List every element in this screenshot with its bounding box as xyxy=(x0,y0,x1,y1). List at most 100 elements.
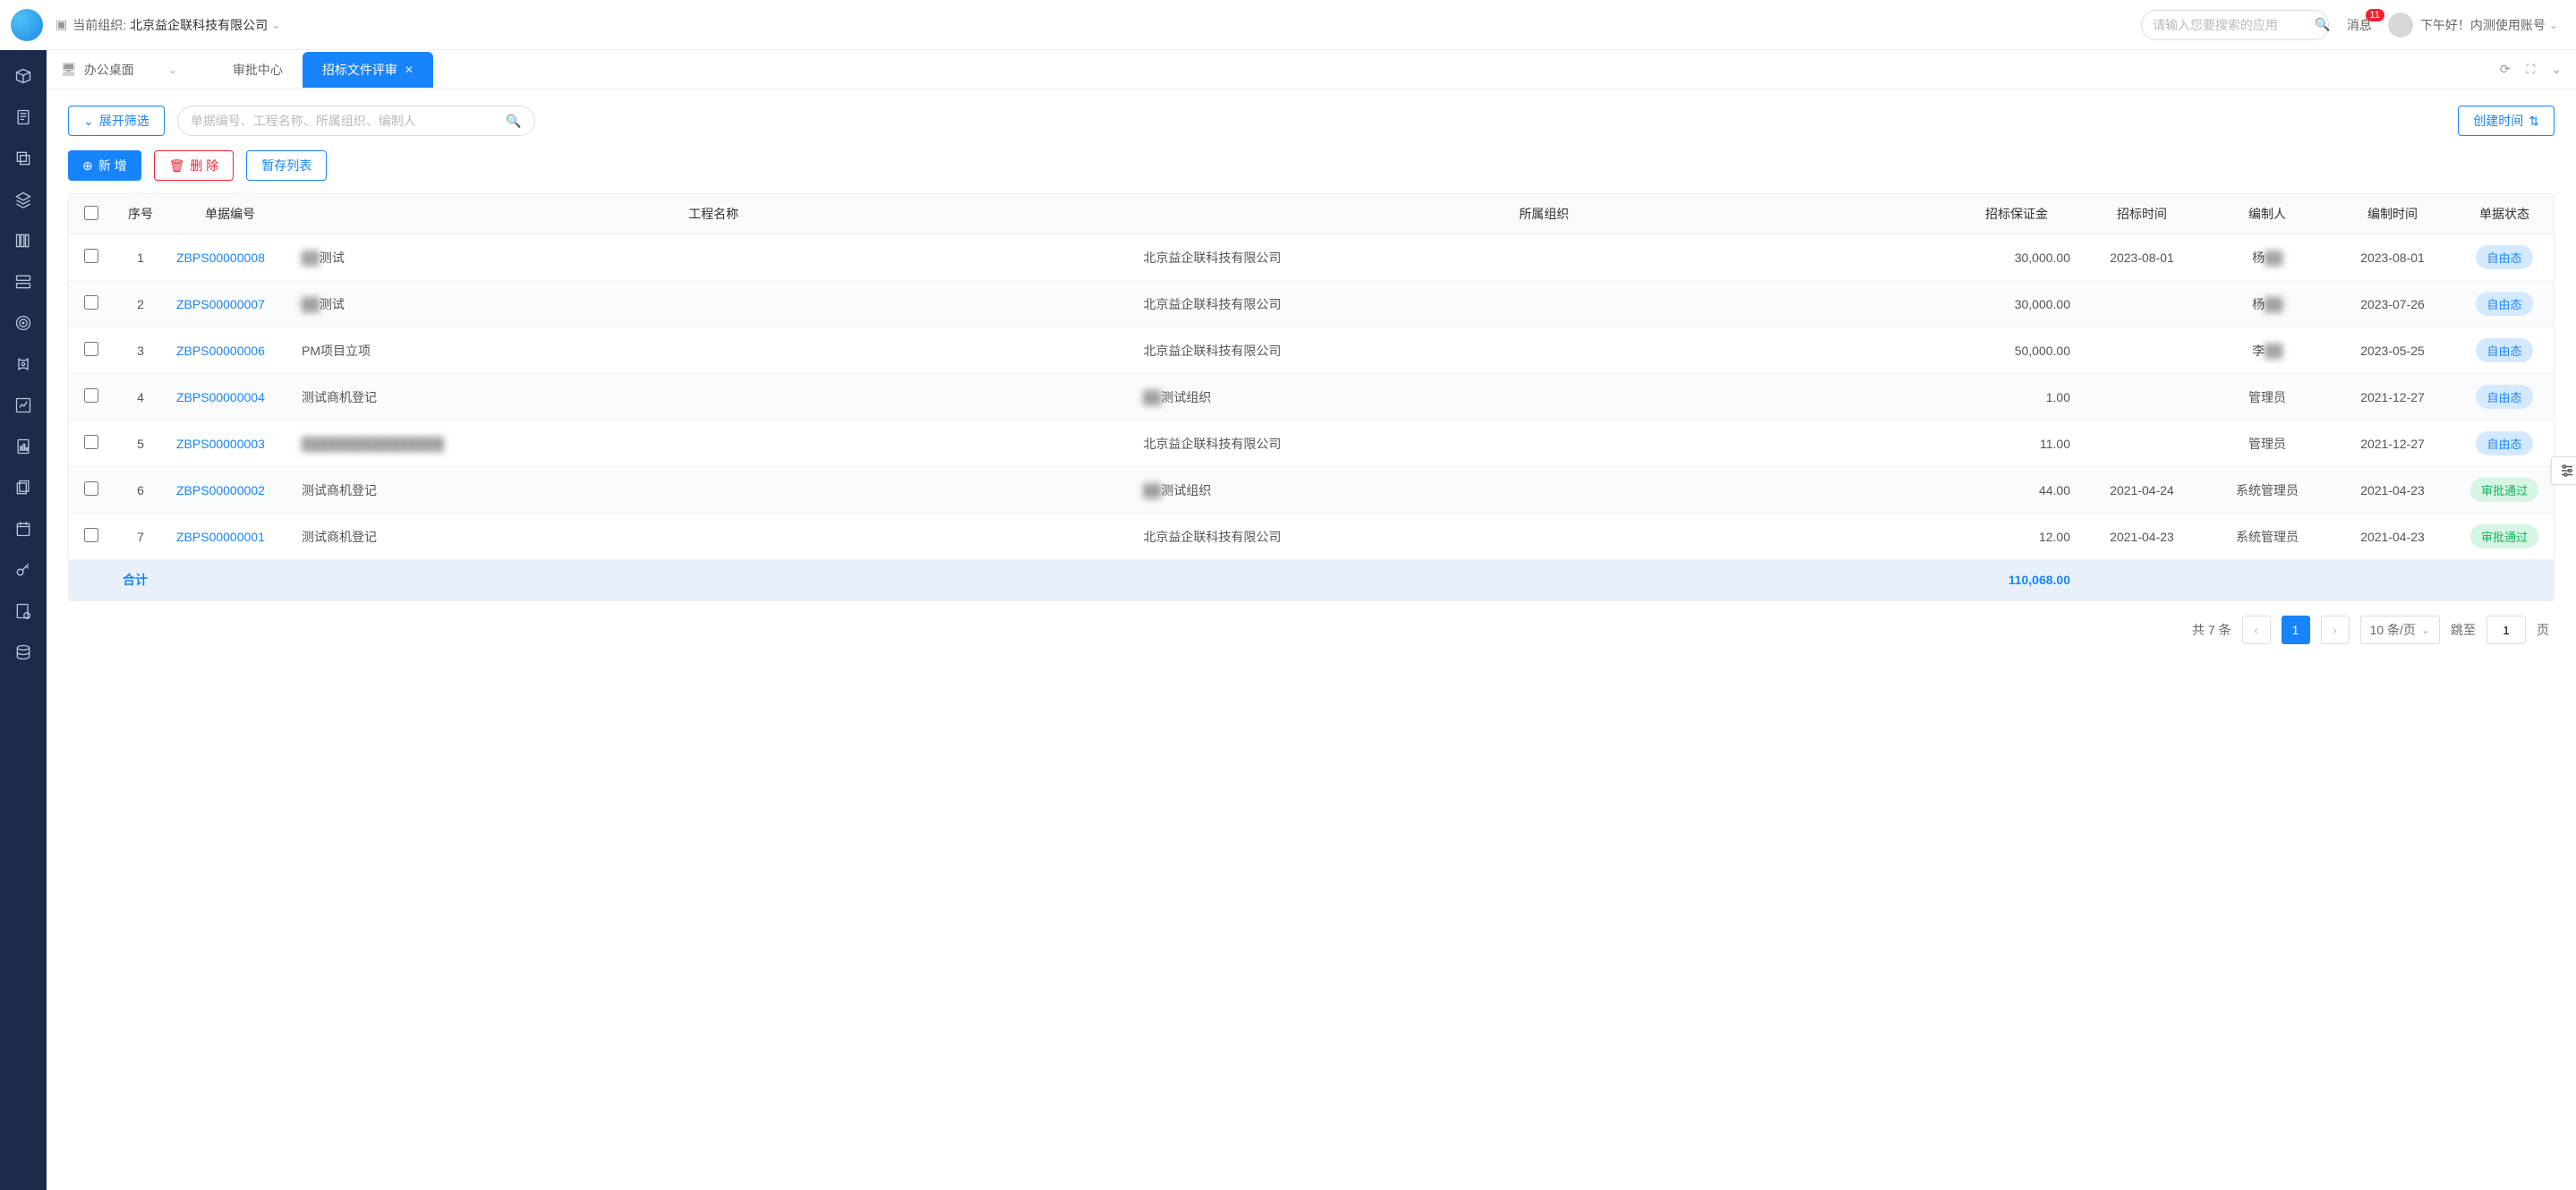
cell-bid-date xyxy=(2079,421,2205,467)
messages-badge: 11 xyxy=(2366,9,2384,21)
prev-page-button[interactable]: ‹ xyxy=(2242,616,2271,644)
table-row[interactable]: 4 ZBPS00000004 测试商机登记 ██测试组织 1.00 管理员 20… xyxy=(69,374,2554,421)
user-menu-chevron[interactable]: ⌄ xyxy=(2549,19,2558,31)
refresh-icon[interactable]: ⟳ xyxy=(2500,62,2511,77)
draft-list-label: 暂存列表 xyxy=(261,157,311,174)
table-row[interactable]: 3 ZBPS00000006 PM项目立项 北京益企联科技有限公司 50,000… xyxy=(69,327,2554,374)
fullscreen-icon[interactable]: ⛶ xyxy=(2526,62,2535,77)
sidebar-chart-icon[interactable] xyxy=(13,395,33,415)
sidebar-target-icon[interactable] xyxy=(13,313,33,333)
close-icon[interactable]: ✕ xyxy=(405,64,414,76)
cell-create-date: 2021-04-23 xyxy=(2330,514,2455,560)
cell-create-date: 2021-12-27 xyxy=(2330,421,2455,467)
cell-status: 审批通过 xyxy=(2455,467,2554,514)
search-icon[interactable]: 🔍 xyxy=(506,114,521,129)
cell-seq: 2 xyxy=(114,281,167,327)
sidebar-server-icon[interactable] xyxy=(13,272,33,292)
cell-create-date: 2023-08-01 xyxy=(2330,234,2455,281)
row-checkbox[interactable] xyxy=(84,342,98,356)
cell-bid-date xyxy=(2079,281,2205,327)
cell-author: 管理员 xyxy=(2205,421,2330,467)
global-search[interactable]: 🔍 xyxy=(2141,10,2329,40)
cell-id-link[interactable]: ZBPS00000006 xyxy=(176,344,265,358)
cell-seq: 1 xyxy=(114,234,167,281)
table-row[interactable]: 6 ZBPS00000002 测试商机登记 ██测试组织 44.00 2021-… xyxy=(69,467,2554,514)
cell-project: ████████████████ xyxy=(293,421,1134,467)
cell-id-link[interactable]: ZBPS00000002 xyxy=(176,483,265,497)
sidebar-money-icon[interactable] xyxy=(13,354,33,374)
table-row[interactable]: 1 ZBPS00000008 ██测试 北京益企联科技有限公司 30,000.0… xyxy=(69,234,2554,281)
sidebar-stack-icon[interactable] xyxy=(13,478,33,497)
cell-project: 测试商机登记 xyxy=(293,514,1134,560)
delete-label: 删 除 xyxy=(190,157,218,174)
cell-id-link[interactable]: ZBPS00000004 xyxy=(176,390,265,404)
select-all-checkbox[interactable] xyxy=(84,206,98,220)
cell-id-link[interactable]: ZBPS00000007 xyxy=(176,297,265,311)
page-size-select[interactable]: 10 条/页 ⌄ xyxy=(2360,616,2440,644)
next-page-button[interactable]: › xyxy=(2321,616,2350,644)
cell-id-link[interactable]: ZBPS00000008 xyxy=(176,251,265,265)
org-name[interactable]: 北京益企联科技有限公司 xyxy=(130,16,268,34)
cell-deposit: 50,000.00 xyxy=(1954,327,2079,374)
cell-author: 李██ xyxy=(2205,327,2330,374)
sidebar-copy-icon[interactable] xyxy=(13,149,33,168)
search-input[interactable] xyxy=(2153,18,2315,32)
logo xyxy=(11,9,43,41)
sort-button[interactable]: 创建时间 ⇅ xyxy=(2458,106,2555,136)
status-badge: 审批通过 xyxy=(2470,524,2538,548)
cell-deposit: 1.00 xyxy=(1954,374,2079,421)
page-1-button[interactable]: 1 xyxy=(2282,616,2310,644)
sidebar-box-icon[interactable] xyxy=(13,66,33,86)
cell-bid-date xyxy=(2079,327,2205,374)
expand-filter-button[interactable]: ⌄ 展开筛选 xyxy=(68,106,165,136)
row-checkbox[interactable] xyxy=(84,295,98,310)
row-checkbox[interactable] xyxy=(84,249,98,263)
cell-id-link[interactable]: ZBPS00000001 xyxy=(176,530,265,544)
filter-input-wrap[interactable]: 🔍 xyxy=(177,106,535,136)
cell-id-link[interactable]: ZBPS00000003 xyxy=(176,437,265,451)
cell-status: 自由态 xyxy=(2455,281,2554,327)
sidebar-layers-icon[interactable] xyxy=(13,190,33,209)
sidebar-calendar-icon[interactable] xyxy=(13,519,33,539)
jump-input[interactable] xyxy=(2486,616,2526,644)
cell-org: 北京益企联科技有限公司 xyxy=(1134,327,1954,374)
table-row[interactable]: 2 ZBPS00000007 ██测试 北京益企联科技有限公司 30,000.0… xyxy=(69,281,2554,327)
row-checkbox[interactable] xyxy=(84,435,98,449)
filter-input[interactable] xyxy=(191,114,507,128)
avatar[interactable] xyxy=(2388,13,2413,38)
search-icon[interactable]: 🔍 xyxy=(2315,17,2330,32)
chevron-down-icon: ⌄ xyxy=(83,114,94,129)
tabs-row: 🖥 办公桌面 ⌄ 审批中心 招标文件评审 ✕ ⟳ ⛶ ⌄ xyxy=(47,50,2576,89)
workspace-selector[interactable]: 🖥 办公桌面 ⌄ xyxy=(61,61,213,79)
sidebar-report-icon[interactable] xyxy=(13,437,33,456)
monitor-icon: 🖥 xyxy=(61,62,77,77)
sidebar-books-icon[interactable] xyxy=(13,231,33,251)
cell-org: 北京益企联科技有限公司 xyxy=(1134,234,1954,281)
col-bid-date: 招标时间 xyxy=(2079,194,2205,234)
sidebar-database-icon[interactable] xyxy=(13,642,33,662)
cell-create-date: 2021-04-23 xyxy=(2330,467,2455,514)
cell-project: 测试商机登记 xyxy=(293,467,1134,514)
status-badge: 自由态 xyxy=(2476,431,2532,455)
table-header-row: 序号 单据编号 工程名称 所属组织 招标保证金 招标时间 编制人 编制时间 单据… xyxy=(69,194,2554,234)
row-checkbox[interactable] xyxy=(84,388,98,403)
sidebar-key-icon[interactable] xyxy=(13,560,33,580)
delete-button[interactable]: 🗑 删 除 xyxy=(154,150,235,181)
sidebar-settings-icon[interactable] xyxy=(13,601,33,621)
cell-seq: 5 xyxy=(114,421,167,467)
table-row[interactable]: 7 ZBPS00000001 测试商机登记 北京益企联科技有限公司 12.00 … xyxy=(69,514,2554,560)
sidebar-document-icon[interactable] xyxy=(13,107,33,127)
row-checkbox[interactable] xyxy=(84,481,98,496)
cell-seq: 6 xyxy=(114,467,167,514)
tab-bid-review[interactable]: 招标文件评审 ✕ xyxy=(303,52,433,88)
row-checkbox[interactable] xyxy=(84,528,98,542)
tab-approval-center[interactable]: 审批中心 xyxy=(213,50,303,89)
cell-seq: 3 xyxy=(114,327,167,374)
floating-settings-button[interactable] xyxy=(2551,456,2576,485)
draft-list-button[interactable]: 暂存列表 xyxy=(246,150,327,181)
table-row[interactable]: 5 ZBPS00000003 ████████████████ 北京益企联科技有… xyxy=(69,421,2554,467)
messages-link[interactable]: 消息 11 xyxy=(2347,16,2372,34)
add-button[interactable]: ⊕ 新 增 xyxy=(68,150,141,181)
chevron-down-icon[interactable]: ⌄ xyxy=(271,19,280,31)
chevron-down-icon[interactable]: ⌄ xyxy=(2551,62,2562,77)
